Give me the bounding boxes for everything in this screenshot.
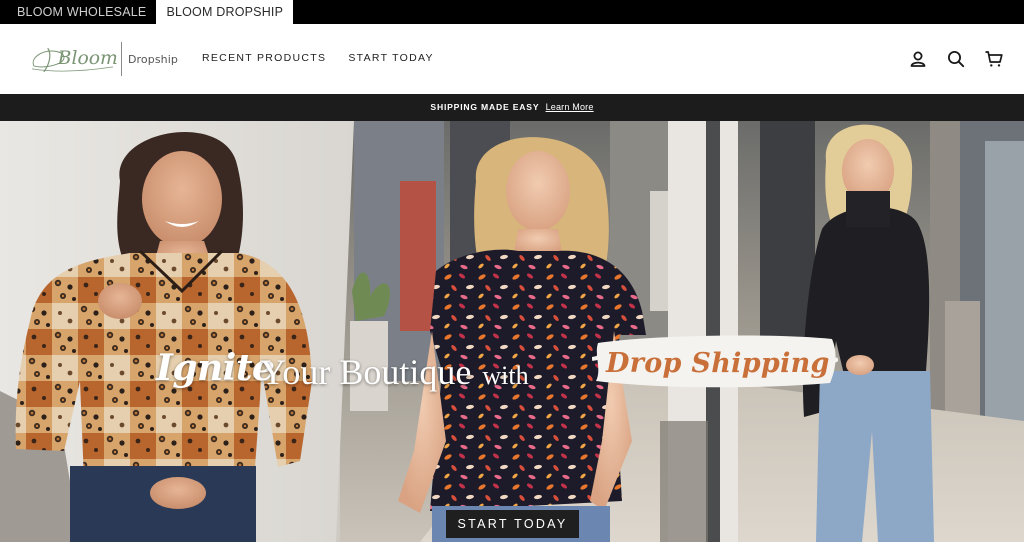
headline-drop-shipping: Drop Shipping — [606, 348, 830, 379]
hero-banner: Ignite Your Boutique with Drop Shipping … — [0, 121, 1024, 542]
main-nav: RECENT PRODUCTS START TODAY — [202, 52, 434, 64]
logo-divider — [121, 42, 122, 76]
logo-subtitle: Dropship — [127, 52, 178, 66]
headline-middle: Your Boutique — [260, 352, 472, 392]
hero-photo — [0, 121, 1024, 542]
headline-your-boutique: Your Boutique with — [260, 351, 529, 393]
cart-icon[interactable] — [984, 49, 1004, 69]
headline-with: with — [482, 361, 529, 390]
nav-recent-products[interactable]: RECENT PRODUCTS — [202, 52, 326, 64]
logo-script-text: Bloom — [57, 48, 117, 69]
search-icon[interactable] — [946, 49, 966, 69]
learn-more-link[interactable]: Learn More — [546, 102, 594, 112]
header-actions — [908, 49, 1004, 69]
bloom-script-logo: Bloom — [31, 47, 117, 73]
headline-ignite: Ignite — [156, 347, 275, 389]
bloom-dropship-logo[interactable]: Bloom Dropship — [28, 40, 178, 78]
site-header: Bloom Dropship RECENT PRODUCTS START TOD… — [0, 24, 1024, 94]
start-today-button[interactable]: START TODAY — [446, 510, 579, 538]
user-icon[interactable] — [908, 49, 928, 69]
nav-start-today[interactable]: START TODAY — [348, 52, 434, 64]
announcement-bar: SHIPPING MADE EASY Learn More — [0, 94, 1024, 121]
tab-bloom-dropship[interactable]: BLOOM DROPSHIP — [156, 0, 294, 24]
tab-bloom-wholesale[interactable]: BLOOM WHOLESALE — [0, 0, 156, 24]
store-switcher: BLOOM WHOLESALE BLOOM DROPSHIP — [0, 0, 1024, 24]
announcement-text: SHIPPING MADE EASY — [430, 102, 540, 112]
hero-headline: Ignite Your Boutique with Drop Shipping — [156, 335, 846, 409]
